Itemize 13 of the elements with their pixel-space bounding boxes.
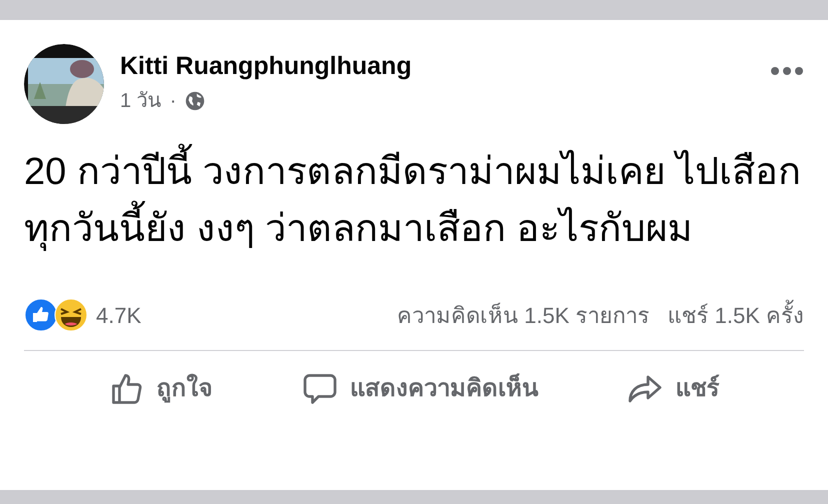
post-text: 20 กว่าปีนี้ วงการตลกมีดราม่าผมไม่เคย ไปเสือก ทุกวันนี้ยัง งงๆ ว่าตลกมาเสือก อะไรกับผม <box>24 144 804 258</box>
share-count[interactable]: แชร์ 1.5K ครั้ง <box>668 298 804 332</box>
reaction-count[interactable]: 4.7K <box>96 298 142 332</box>
action-button[interactable]: แชร์ <box>627 371 720 407</box>
post-time[interactable]: 1 วัน <box>120 86 162 116</box>
globe-icon <box>184 90 206 112</box>
comment-count[interactable]: ความคิดเห็น 1.5K รายการ <box>397 298 650 332</box>
author-name[interactable]: Kitti Ruangphunglhuang <box>120 50 412 82</box>
separator-dot: · <box>170 89 176 114</box>
more-options-icon[interactable] <box>770 66 804 76</box>
speech-bubble-icon <box>302 371 338 407</box>
action-button[interactable]: แสดงความคิดเห็น <box>302 371 538 407</box>
action-button[interactable]: ถูกใจ <box>108 371 213 407</box>
